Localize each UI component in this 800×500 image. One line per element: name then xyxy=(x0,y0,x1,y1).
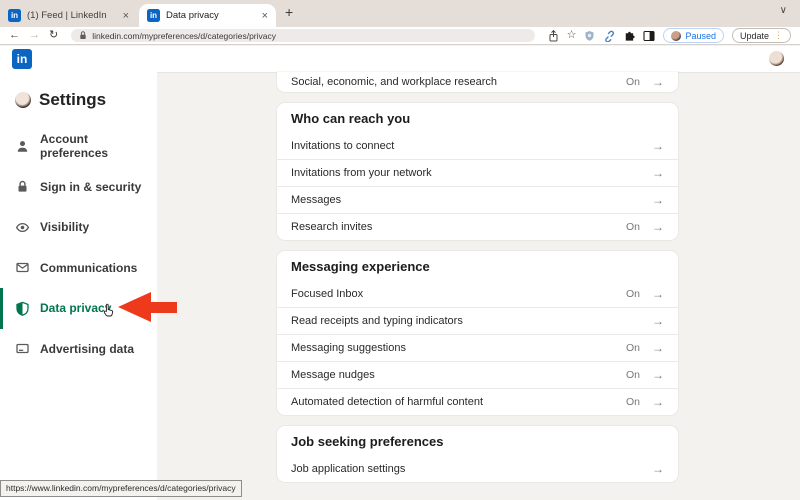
arrow-right-icon: → xyxy=(652,315,664,327)
close-icon[interactable]: × xyxy=(262,10,268,22)
avatar xyxy=(671,31,681,41)
setting-value: On xyxy=(626,396,640,408)
arrow-right-icon: → xyxy=(652,342,664,354)
extension-puzzle-icon[interactable] xyxy=(623,30,635,42)
row-message-nudges[interactable]: Message nudges On → xyxy=(277,361,678,388)
row-messages[interactable]: Messages → xyxy=(277,186,678,213)
update-button[interactable]: Update ⋮ xyxy=(732,28,791,43)
setting-value: On xyxy=(626,221,640,233)
arrow-right-icon: → xyxy=(652,396,664,408)
paused-label: Paused xyxy=(685,31,716,41)
profile-paused-badge[interactable]: Paused xyxy=(663,28,724,43)
status-bar-url: https://www.linkedin.com/mypreferences/d… xyxy=(0,480,242,497)
arrow-right-icon: → xyxy=(652,140,664,152)
sidebar-item-advertising-data[interactable]: Advertising data xyxy=(0,329,157,370)
sidebar-item-sign-in-security[interactable]: Sign in & security xyxy=(0,167,157,208)
arrow-right-icon: → xyxy=(652,369,664,381)
hand-cursor-icon xyxy=(103,303,116,318)
tab-strip: in (1) Feed | LinkedIn × in Data privacy… xyxy=(0,0,800,27)
settings-sidebar: Settings Account preferences Sign in & s… xyxy=(0,72,157,500)
setting-value: On xyxy=(626,369,640,381)
address-bar[interactable]: linkedin.com/mypreferences/d/categories/… xyxy=(71,29,534,42)
settings-header: Settings xyxy=(0,72,157,110)
row-research-invites[interactable]: Research invites On → xyxy=(277,213,678,240)
reload-button[interactable]: ↻ xyxy=(49,30,58,41)
tab-title: Data privacy xyxy=(166,10,256,21)
settings-menu: Account preferences Sign in & security V… xyxy=(0,126,157,369)
sidebar-item-label: Sign in & security xyxy=(40,180,141,194)
sidebar-item-label: Communications xyxy=(40,261,137,275)
arrow-right-icon: → xyxy=(652,463,664,475)
tab-title: (1) Feed | LinkedIn xyxy=(27,10,117,21)
sidebar-item-label: Account preferences xyxy=(40,132,157,160)
back-button[interactable]: ← xyxy=(9,30,20,41)
arrow-right-icon: → xyxy=(652,167,664,179)
card-title: Who can reach you xyxy=(277,107,678,132)
card-who-can-reach-you: Who can reach you Invitations to connect… xyxy=(277,103,678,240)
tab-data-privacy[interactable]: in Data privacy × xyxy=(139,4,276,27)
bookmark-star-icon[interactable]: ☆ xyxy=(567,30,577,41)
row-messaging-suggestions[interactable]: Messaging suggestions On → xyxy=(277,334,678,361)
url-text: linkedin.com/mypreferences/d/categories/… xyxy=(92,31,276,41)
ad-box-icon xyxy=(15,341,30,356)
row-focused-inbox[interactable]: Focused Inbox On → xyxy=(277,280,678,307)
new-tab-button[interactable]: + xyxy=(285,4,293,20)
sidebar-item-account-preferences[interactable]: Account preferences xyxy=(0,126,157,167)
share-icon[interactable] xyxy=(548,30,559,42)
shield-icon xyxy=(15,301,30,316)
linkedin-navbar: in xyxy=(0,46,800,72)
row-social-economic-workplace-research[interactable]: Social, economic, and workplace research… xyxy=(277,72,678,92)
extension-link-icon[interactable] xyxy=(603,30,615,42)
card-title: Job seeking preferences xyxy=(277,430,678,455)
page-title: Settings xyxy=(39,90,106,110)
sidebar-item-label: Visibility xyxy=(40,220,89,234)
card-messaging-experience: Messaging experience Focused Inbox On → … xyxy=(277,251,678,415)
sidebar-item-label: Advertising data xyxy=(40,342,134,356)
row-job-application-settings[interactable]: Job application settings → xyxy=(277,455,678,482)
linkedin-favicon: in xyxy=(8,9,21,22)
sidebar-item-communications[interactable]: Communications xyxy=(0,248,157,289)
card-partial: Social, economic, and workplace research… xyxy=(277,72,678,92)
arrow-right-icon: → xyxy=(652,194,664,206)
forward-button[interactable]: → xyxy=(29,30,40,41)
close-icon[interactable]: × xyxy=(123,10,129,22)
row-automated-detection-harmful-content[interactable]: Automated detection of harmful content O… xyxy=(277,388,678,415)
sidebar-item-label: Data privacy xyxy=(40,301,111,315)
row-invitations-to-connect[interactable]: Invitations to connect → xyxy=(277,132,678,159)
linkedin-logo[interactable]: in xyxy=(12,49,32,69)
card-job-seeking-preferences: Job seeking preferences Job application … xyxy=(277,426,678,482)
profile-avatar[interactable] xyxy=(769,51,784,66)
setting-value: On xyxy=(626,76,640,88)
arrow-right-icon: → xyxy=(652,221,664,233)
avatar xyxy=(15,92,31,108)
sidebar-item-data-privacy[interactable]: Data privacy xyxy=(0,288,157,329)
person-icon xyxy=(15,139,30,154)
arrow-right-icon: → xyxy=(652,76,664,88)
lock-icon xyxy=(15,179,30,194)
setting-value: On xyxy=(626,288,640,300)
row-read-receipts-typing-indicators[interactable]: Read receipts and typing indicators → xyxy=(277,307,678,334)
setting-value: On xyxy=(626,342,640,354)
sidebar-item-visibility[interactable]: Visibility xyxy=(0,207,157,248)
card-title: Messaging experience xyxy=(277,255,678,280)
chevron-down-icon[interactable]: ∨ xyxy=(780,5,787,16)
settings-content: Social, economic, and workplace research… xyxy=(277,72,678,493)
update-label: Update xyxy=(740,31,769,41)
arrow-right-icon: → xyxy=(652,288,664,300)
lock-icon xyxy=(79,31,87,40)
linkedin-favicon: in xyxy=(147,9,160,22)
tab-feed[interactable]: in (1) Feed | LinkedIn × xyxy=(0,4,137,27)
eye-icon xyxy=(15,220,30,235)
row-invitations-from-your-network[interactable]: Invitations from your network → xyxy=(277,159,678,186)
browser-toolbar: ← → ↻ linkedin.com/mypreferences/d/categ… xyxy=(0,27,800,45)
menu-dots-icon: ⋮ xyxy=(774,31,783,40)
envelope-icon xyxy=(15,260,30,275)
side-panel-icon[interactable] xyxy=(643,30,655,42)
extension-shield-icon[interactable] xyxy=(584,30,595,42)
